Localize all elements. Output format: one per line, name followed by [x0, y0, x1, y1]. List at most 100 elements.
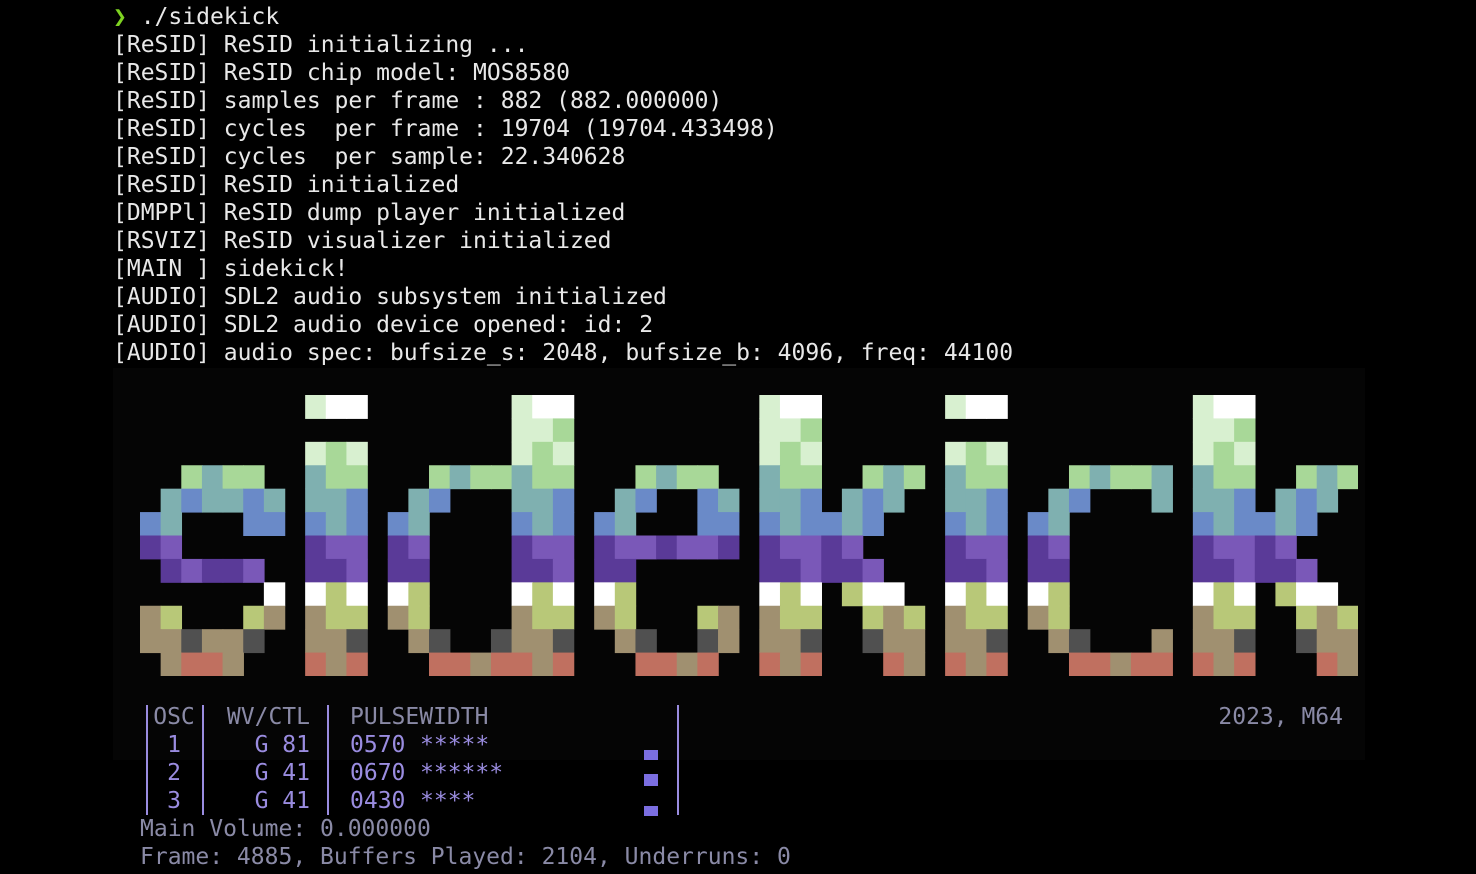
- logo-pixel: [243, 488, 265, 513]
- logo-pixel: [614, 582, 637, 607]
- logo-pixel: [1316, 488, 1339, 513]
- logo-pixel: [346, 629, 368, 654]
- logo-pixel: [429, 488, 451, 513]
- logo-pixel: [965, 629, 988, 654]
- logo-pixel: [614, 488, 637, 513]
- logo-pixel: [800, 395, 822, 419]
- logo-pixel: [325, 535, 348, 560]
- logo-pixel: [1213, 418, 1235, 443]
- logo-pixel: [1275, 558, 1297, 583]
- logo-pixel: [841, 488, 864, 513]
- logo-pixel: [387, 512, 410, 537]
- logo-pixel: [594, 558, 616, 583]
- logo-pixel: [965, 441, 988, 466]
- logo-pixel: [614, 605, 637, 630]
- logo-pixel: [862, 629, 884, 654]
- logo-pixel: [429, 652, 451, 676]
- logo-pixel: [821, 535, 843, 560]
- logo-pixel: [511, 605, 533, 630]
- logo-pixel: [346, 441, 368, 466]
- logo-pixel: [1316, 582, 1339, 607]
- logo-pixel: [305, 582, 327, 607]
- osc-number: 3: [167, 788, 181, 814]
- wv-ctl-value: G 41: [254, 760, 310, 786]
- logo-pixel: [201, 465, 224, 490]
- logo-pixel: [1275, 512, 1297, 537]
- logo-pixel: [532, 605, 554, 630]
- header-pulsewidth: PULSEWIDTH: [350, 704, 489, 730]
- logo-pixel: [160, 558, 183, 583]
- logo-pixel: [1027, 535, 1050, 560]
- logo-pixel: [986, 395, 1008, 419]
- logo-pixel: [387, 535, 410, 560]
- logo-pixel: [1068, 488, 1091, 513]
- logo-pixel: [1192, 465, 1215, 490]
- logo-pixel: [1130, 465, 1153, 490]
- logo-pixel: [346, 395, 368, 419]
- logo-pixel: [305, 488, 327, 513]
- logo-pixel: [243, 512, 265, 537]
- logo-pixel: [305, 652, 327, 676]
- logo-pixel: [263, 512, 286, 537]
- log-line: [DMPPl] ReSID dump player initialized: [113, 200, 626, 226]
- table-header: OSC WV/CTL PULSEWIDTH: [140, 703, 488, 731]
- logo-pixel: [614, 535, 637, 560]
- logo-pixel: [1213, 488, 1235, 513]
- logo-pixel: [800, 465, 822, 490]
- logo-pixel: [1213, 582, 1235, 607]
- logo-pixel: [532, 488, 554, 513]
- logo-pixel: [346, 558, 368, 583]
- logo-pixel: [779, 605, 802, 630]
- logo-pixel: [532, 395, 554, 419]
- logo-pixel: [676, 465, 699, 490]
- logo-pixel: [449, 465, 472, 490]
- logo-pixel: [594, 605, 616, 630]
- log-line: [ReSID] samples per frame : 882 (882.000…: [113, 88, 723, 114]
- osc-number: 1: [167, 732, 181, 758]
- logo-pixel: [1151, 465, 1173, 490]
- logo-pixel: [532, 535, 554, 560]
- logo-pixel: [1213, 441, 1235, 466]
- logo-pixel: [387, 605, 410, 630]
- osc-level-meter: [644, 750, 658, 760]
- logo-pixel: [263, 488, 286, 513]
- logo-pixel: [697, 652, 719, 676]
- logo-pixel: [552, 465, 575, 490]
- header-wv-ctl: WV/CTL: [226, 704, 310, 730]
- logo-pixel: [759, 629, 781, 654]
- table-divider: [677, 705, 679, 815]
- logo-pixel: [841, 535, 864, 560]
- logo-pixel: [181, 652, 203, 676]
- logo-pixel: [305, 629, 327, 654]
- logo-pixel: [532, 652, 554, 676]
- logo-pixel: [263, 605, 286, 630]
- logo-pixel: [263, 582, 286, 607]
- logo-pixel: [305, 512, 327, 537]
- logo-pixel: [490, 629, 513, 654]
- logo-pixel: [552, 652, 575, 676]
- wv-ctl-value: G 41: [254, 788, 310, 814]
- logo-pixel: [945, 605, 967, 630]
- logo-pixel: [1254, 558, 1277, 583]
- header-osc: OSC: [153, 704, 195, 730]
- logo-pixel: [965, 465, 988, 490]
- logo-pixel: [986, 465, 1008, 490]
- logo-pixel: [779, 629, 802, 654]
- logo-pixel: [346, 512, 368, 537]
- logo-pixel: [1234, 395, 1256, 419]
- logo-pixel: [945, 652, 967, 676]
- logo-pixel: [1234, 418, 1256, 443]
- logo-pixel: [697, 605, 719, 630]
- logo-pixel: [800, 418, 822, 443]
- pulsewidth-value: 0430: [350, 788, 406, 814]
- logo-pixel: [903, 465, 926, 490]
- logo-pixel: [325, 465, 348, 490]
- logo-pixel: [1234, 488, 1256, 513]
- logo-pixel: [222, 488, 244, 513]
- logo-pixel: [181, 488, 203, 513]
- logo-pixel: [325, 605, 348, 630]
- wv-ctl-value: G 81: [254, 732, 310, 758]
- terminal-output: ❯ ./sidekick [ReSID] ReSID initializing …: [113, 3, 1013, 367]
- logo-pixel: [759, 418, 781, 443]
- table-row: 1 G 81 0570 *****: [140, 731, 489, 759]
